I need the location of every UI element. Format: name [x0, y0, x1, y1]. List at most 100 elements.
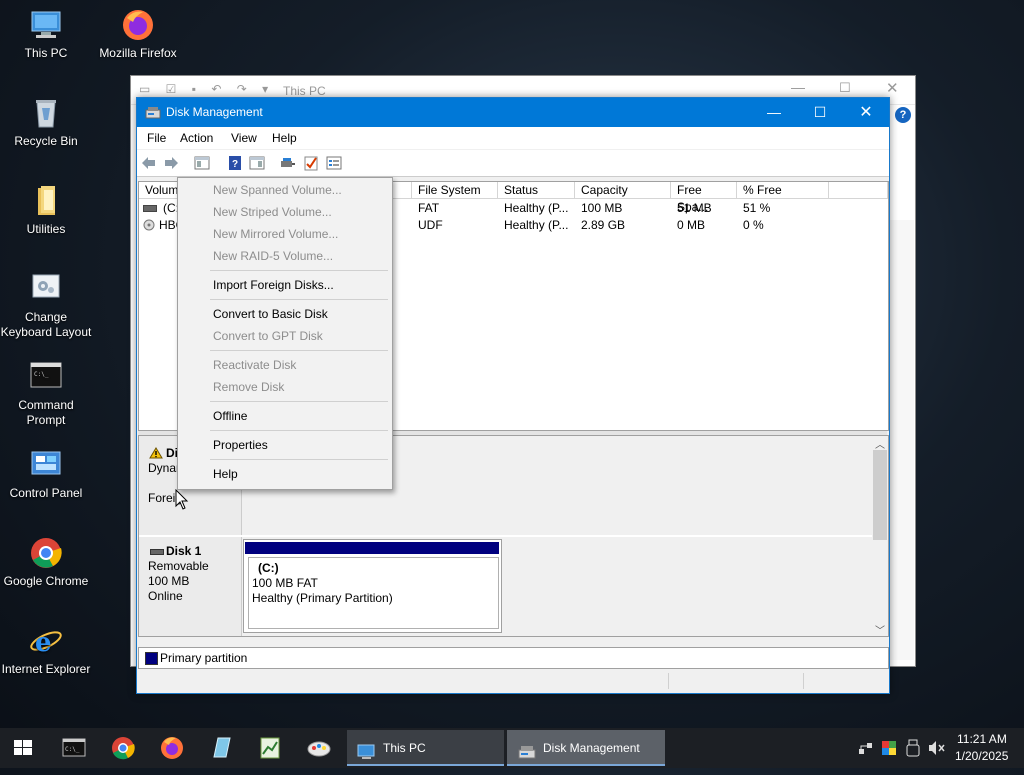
show-hide-console-tree-icon[interactable] [194, 155, 210, 171]
action-pane-icon[interactable] [249, 155, 265, 171]
connect-icon[interactable] [280, 155, 296, 171]
toolbar: ? [137, 150, 889, 177]
desktop-icon-control-panel[interactable]: Control Panel [0, 448, 92, 501]
internet-explorer-icon: e [29, 624, 63, 658]
desktop-icon-label: This PC [24, 46, 68, 60]
window-title: Disk Management [166, 105, 263, 119]
taskbar-notepad[interactable] [204, 733, 238, 763]
checklist-icon[interactable] [303, 155, 319, 171]
menu-item-offline[interactable]: Offline [213, 406, 247, 426]
taskbar-firefox[interactable] [155, 733, 189, 763]
desktop-icon-label: Utilities [26, 222, 66, 236]
desktop-icon-google-chrome[interactable]: Google Chrome [0, 536, 92, 589]
taskbar-chrome[interactable] [106, 733, 140, 763]
warning-disk-icon [149, 447, 163, 462]
column-header-empty [829, 182, 888, 199]
cell-percent-free: 51 % [743, 201, 771, 215]
partition-status: Healthy (Primary Partition) [252, 591, 393, 605]
start-button[interactable] [6, 733, 40, 763]
desktop-icon-firefox[interactable]: Mozilla Firefox [92, 8, 184, 61]
back-arrow-icon[interactable] [141, 155, 157, 171]
quick-access-toolbar: ▭ ☑ ▪ ↶ ↷ ▾ [139, 82, 275, 96]
color-app-icon[interactable] [881, 740, 897, 759]
clock-date[interactable]: 1/20/2025 [955, 749, 1008, 763]
cell-file-system: FAT [418, 201, 440, 215]
menu-item-new-striped-volume[interactable]: New Striped Volume... [213, 202, 332, 222]
column-header-file-system[interactable]: File System [412, 182, 498, 199]
help-icon[interactable]: ? [895, 107, 911, 123]
menu-item-reactivate-disk[interactable]: Reactivate Disk [213, 355, 296, 375]
menu-item-new-raid5-volume[interactable]: New RAID-5 Volume... [213, 246, 333, 266]
menu-view[interactable]: View [231, 131, 257, 145]
menu-item-import-foreign-disks[interactable]: Import Foreign Disks... [213, 275, 334, 295]
usb-device-icon[interactable] [906, 739, 920, 760]
titlebar[interactable]: Disk Management — ☐ ✕ [137, 98, 889, 127]
disk-type: Dynar [148, 461, 181, 475]
minimize-icon[interactable]: — [791, 79, 805, 95]
partition-primary-color-bar [245, 542, 499, 554]
column-header-capacity[interactable]: Capacity [575, 182, 671, 199]
minimize-button[interactable]: — [751, 98, 797, 127]
maximize-icon[interactable]: ☐ [839, 80, 851, 96]
desktop-icon-internet-explorer[interactable]: e Internet Explorer [0, 624, 92, 677]
cell-file-system: UDF [418, 218, 443, 232]
partition-c[interactable]: (C:) 100 MB FAT Healthy (Primary Partiti… [243, 539, 502, 633]
menu-help[interactable]: Help [272, 131, 297, 145]
desktop-icon-this-pc[interactable]: This PC [0, 8, 92, 61]
taskbar-task-disk-management[interactable]: Disk Management [507, 730, 665, 766]
network-icon[interactable] [858, 740, 874, 759]
help-book-icon[interactable]: ? [227, 155, 243, 171]
task-label: This PC [383, 741, 426, 755]
this-pc-icon [357, 739, 377, 775]
menu-item-properties[interactable]: Properties [213, 435, 268, 455]
menu-item-remove-disk[interactable]: Remove Disk [213, 377, 284, 397]
menu-separator [210, 270, 388, 271]
close-icon[interactable]: ✕ [886, 79, 899, 97]
menu-item-help[interactable]: Help [213, 464, 238, 484]
forward-arrow-icon[interactable] [163, 155, 179, 171]
cell-free-space: 51 MB [677, 201, 712, 215]
scroll-down-arrow-icon[interactable]: ﹀ [875, 622, 885, 636]
notepad-icon [213, 737, 231, 758]
maximize-button[interactable]: ☐ [797, 98, 843, 127]
menu-action[interactable]: Action [180, 131, 213, 145]
desktop-icon-command-prompt[interactable]: C:\_ Command Prompt [0, 360, 92, 428]
disk-label-disk-1[interactable]: Disk 1 Removable 100 MB Online [139, 537, 242, 636]
optical-drive-icon [143, 219, 155, 231]
legend-bar: Primary partition [138, 647, 889, 669]
menu-item-new-spanned-volume[interactable]: New Spanned Volume... [213, 180, 342, 200]
speaker-muted-icon[interactable] [928, 740, 946, 759]
menu-bar: File Action View Help [137, 127, 889, 150]
svg-text:e: e [35, 628, 52, 658]
taskbar-command-prompt[interactable]: C:\_ [57, 733, 91, 763]
vertical-scrollbar[interactable]: ︿ ﹀ [872, 436, 888, 636]
menu-item-convert-to-basic-disk[interactable]: Convert to Basic Disk [213, 304, 328, 324]
menu-separator [210, 401, 388, 402]
status-bar-divider [668, 673, 669, 689]
column-header-percent-free[interactable]: % Free [737, 182, 829, 199]
desktop-icon-recycle-bin[interactable]: Recycle Bin [0, 96, 92, 149]
chrome-icon [112, 737, 135, 760]
cell-capacity: 100 MB [581, 201, 623, 215]
status-bar-divider [803, 673, 804, 689]
desktop-icon-utilities[interactable]: Utilities [0, 184, 92, 237]
taskbar-task-this-pc[interactable]: This PC [347, 730, 504, 766]
desktop-icon-label: Recycle Bin [14, 134, 78, 148]
menu-file[interactable]: File [147, 131, 166, 145]
scroll-up-arrow-icon[interactable]: ︿ [875, 436, 885, 451]
column-header-free-space[interactable]: Free Spa... [671, 182, 737, 214]
scrollbar-track[interactable] [889, 220, 914, 660]
menu-separator [210, 299, 388, 300]
properties-list-icon[interactable] [326, 155, 342, 171]
menu-item-convert-to-gpt-disk[interactable]: Convert to GPT Disk [213, 326, 323, 346]
clock-time[interactable]: 11:21 AM [957, 732, 1007, 746]
scroll-thumb[interactable] [873, 450, 887, 540]
close-button[interactable]: ✕ [843, 98, 889, 127]
column-header-status[interactable]: Status [498, 182, 575, 199]
disk-row-disk-1[interactable]: Disk 1 Removable 100 MB Online (C:) 100 … [139, 537, 872, 636]
firefox-icon [121, 8, 155, 42]
taskbar-paint[interactable] [302, 733, 336, 763]
menu-item-new-mirrored-volume[interactable]: New Mirrored Volume... [213, 224, 338, 244]
desktop-icon-change-keyboard-layout[interactable]: Change Keyboard Layout [0, 272, 92, 340]
taskbar-spreadsheet[interactable] [253, 733, 287, 763]
